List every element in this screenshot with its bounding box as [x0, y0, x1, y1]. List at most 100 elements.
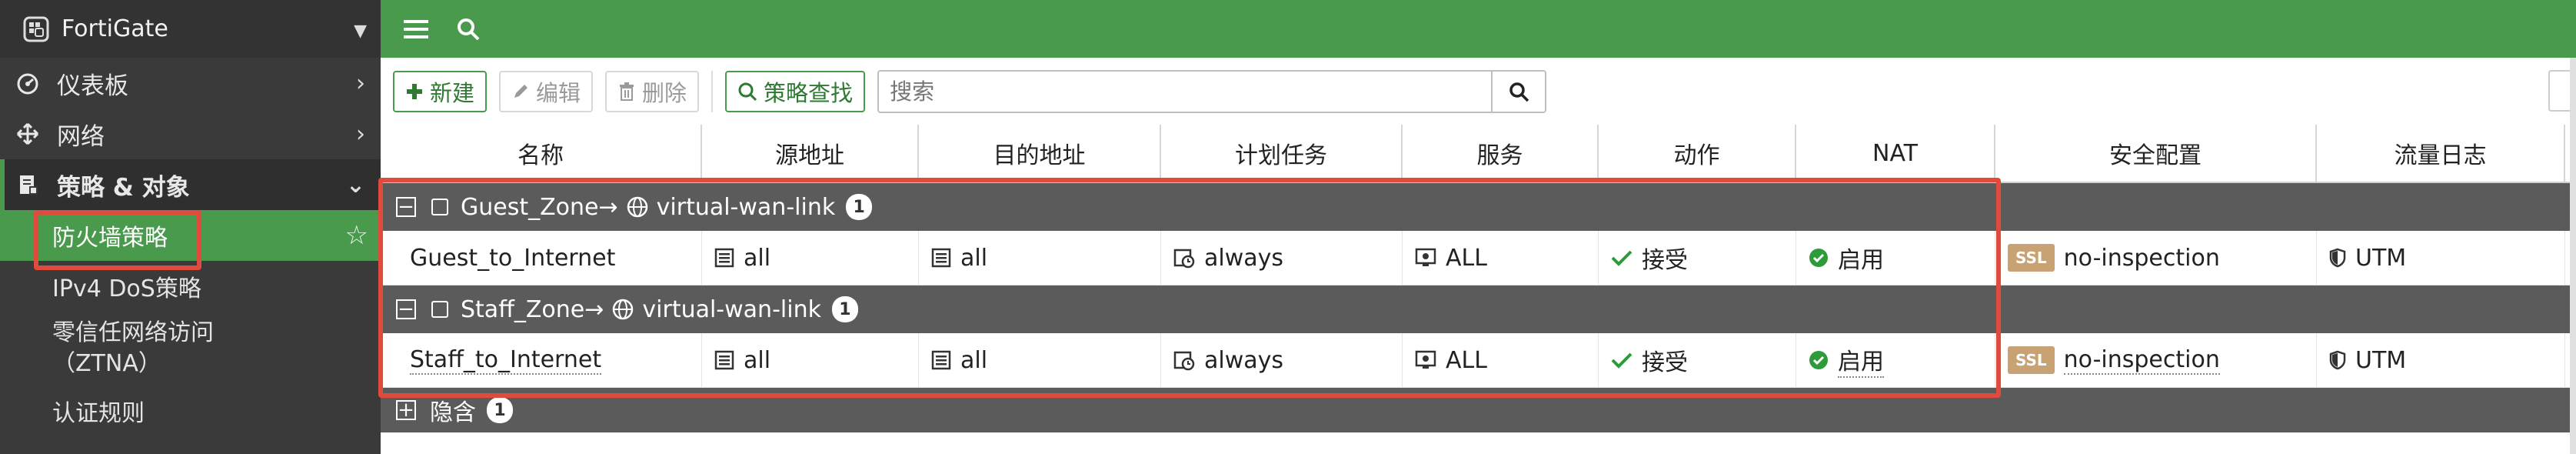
pencil-icon [511, 82, 530, 101]
policy-table: 名称 源地址 目的地址 计划任务 服务 动作 NAT 安全配置 流量日志 − G… [381, 125, 2576, 432]
dst-zone: virtual-wan-link [656, 193, 836, 221]
group-checkbox[interactable] [431, 199, 448, 215]
table-header: 名称 源地址 目的地址 计划任务 服务 动作 NAT 安全配置 流量日志 [381, 125, 2576, 183]
column-header-schedule[interactable]: 计划任务 [1161, 125, 1403, 182]
expand-icon[interactable]: + [396, 400, 416, 420]
toolbar-separator [711, 70, 714, 112]
service-cell: ALL [1403, 333, 1599, 387]
log-cell: UTM [2317, 333, 2565, 387]
global-search-button[interactable] [451, 12, 485, 46]
address-icon [714, 350, 734, 370]
destination-value: all [960, 244, 988, 272]
shield-icon [2329, 350, 2346, 370]
checkmark-icon [1611, 351, 1632, 369]
sidebar-subitem-firewall-policy[interactable]: 防火墙策略 ☆ [0, 210, 381, 261]
sidebar-subitem-dos-policy[interactable]: IPv4 DoS策略 [0, 261, 381, 312]
table-row[interactable]: Guest_to_Internet all all always ALL 接受 [381, 231, 2576, 285]
device-switcher[interactable]: FortiGate ▼ [0, 0, 381, 58]
policy-name[interactable]: Guest_to_Internet [381, 231, 702, 285]
dashboard-icon [15, 72, 40, 95]
search-icon [1509, 82, 1529, 102]
column-header-security-profiles[interactable]: 安全配置 [1995, 125, 2317, 182]
sidebar: FortiGate ▼ 仪表板 › 网络 › 策略 & 对象 ⌄ 防火墙策略 ☆… [0, 0, 381, 454]
sidebar-item-policy-objects[interactable]: 策略 & 对象 ⌄ [0, 159, 381, 210]
nat-cell: 启用 [1796, 333, 1995, 387]
menu-toggle-button[interactable] [399, 12, 433, 46]
policy-group-header[interactable]: − Guest_Zone → virtual-wan-link 1 [381, 183, 2576, 231]
log-value: UTM [2355, 244, 2407, 272]
group-count-badge: 1 [831, 296, 858, 322]
address-icon [931, 350, 951, 370]
sidebar-subitem-auth-rules[interactable]: 认证规则 [0, 386, 381, 436]
search-input[interactable] [879, 70, 1492, 112]
policy-name[interactable]: Staff_to_Internet [410, 346, 602, 375]
schedule-value: always [1204, 244, 1284, 272]
security-profile-value: no-inspection [2063, 346, 2220, 375]
implicit-policy-group[interactable]: + 隐含 1 [381, 388, 2576, 432]
sidebar-subitem-label: 防火墙策略 [52, 225, 168, 252]
sidebar-item-label: 仪表板 [57, 72, 128, 100]
column-header-log[interactable]: 流量日志 [2317, 125, 2565, 182]
group-checkbox[interactable] [431, 301, 448, 318]
destination-cell: all [919, 231, 1161, 285]
column-header-action[interactable]: 动作 [1599, 125, 1796, 182]
new-button-label: 新建 [430, 79, 475, 106]
policy-group-header[interactable]: − Staff_Zone → virtual-wan-link 1 [381, 285, 2576, 333]
address-icon [714, 248, 734, 268]
nat-value: 启用 [1838, 342, 1884, 378]
hamburger-icon [404, 19, 428, 38]
service-value: ALL [1446, 346, 1487, 374]
policy-toolbar: 新建 编辑 删除 策略查找 [381, 58, 2576, 125]
star-icon[interactable]: ☆ [345, 220, 368, 251]
service-cell: ALL [1403, 231, 1599, 285]
nat-cell: 启用 [1796, 231, 1995, 285]
delete-button[interactable]: 删除 [605, 70, 700, 112]
search-icon [737, 82, 757, 102]
collapse-icon[interactable]: − [396, 197, 416, 217]
shield-icon [2329, 248, 2346, 268]
source-value: all [744, 346, 771, 374]
edit-button[interactable]: 编辑 [499, 70, 594, 112]
address-icon [931, 248, 951, 268]
collapse-icon[interactable]: − [396, 299, 416, 319]
group-count-badge: 1 [846, 194, 873, 220]
chevron-right-icon: › [356, 69, 365, 97]
plus-icon [405, 82, 424, 101]
security-profile-cell: SSL no-inspection [1995, 333, 2317, 387]
action-cell: 接受 [1599, 333, 1796, 387]
sidebar-item-network[interactable]: 网络 › [0, 108, 381, 159]
column-header-name[interactable]: 名称 [381, 125, 702, 182]
src-zone: Staff_Zone [461, 295, 585, 323]
ssl-badge: SSL [2008, 346, 2055, 374]
source-value: all [744, 244, 771, 272]
direction-arrow: → [584, 295, 604, 323]
column-header-source[interactable]: 源地址 [702, 125, 919, 182]
dst-zone: virtual-wan-link [642, 295, 821, 323]
source-cell: all [702, 231, 919, 285]
policy-lookup-label: 策略查找 [764, 79, 854, 106]
destination-value: all [960, 346, 988, 374]
table-row[interactable]: Staff_to_Internet all all always ALL 接受 [381, 333, 2576, 388]
sidebar-item-label: 策略 & 对象 [57, 173, 190, 202]
fortigate-logo-icon [23, 16, 49, 42]
nat-value: 启用 [1838, 247, 1884, 274]
chevron-right-icon: › [356, 120, 365, 148]
column-header-service[interactable]: 服务 [1403, 125, 1599, 182]
search-submit-button[interactable] [1491, 71, 1545, 112]
app-window: FortiGate ▼ 仪表板 › 网络 › 策略 & 对象 ⌄ 防火墙策略 ☆… [0, 0, 2576, 454]
scrollbar[interactable] [2570, 58, 2576, 454]
implicit-label: 隐含 [430, 399, 476, 426]
policy-lookup-button[interactable]: 策略查找 [725, 70, 866, 112]
schedule-cell: always [1161, 231, 1403, 285]
sidebar-subitem-label-line1: 零信任网络访问 [52, 319, 214, 346]
chevron-down-icon: ⌄ [345, 171, 365, 199]
column-header-destination[interactable]: 目的地址 [919, 125, 1161, 182]
sidebar-subitem-ztna[interactable]: 零信任网络访问 （ZTNA） [0, 312, 381, 386]
policy-name-cell[interactable]: Staff_to_Internet [381, 333, 702, 387]
new-button[interactable]: 新建 [393, 70, 488, 112]
sidebar-item-dashboard[interactable]: 仪表板 › [0, 58, 381, 108]
direction-arrow: → [598, 193, 618, 221]
checkmark-icon [1611, 249, 1632, 267]
column-header-nat[interactable]: NAT [1796, 125, 1995, 182]
action-value: 接受 [1642, 247, 1688, 274]
